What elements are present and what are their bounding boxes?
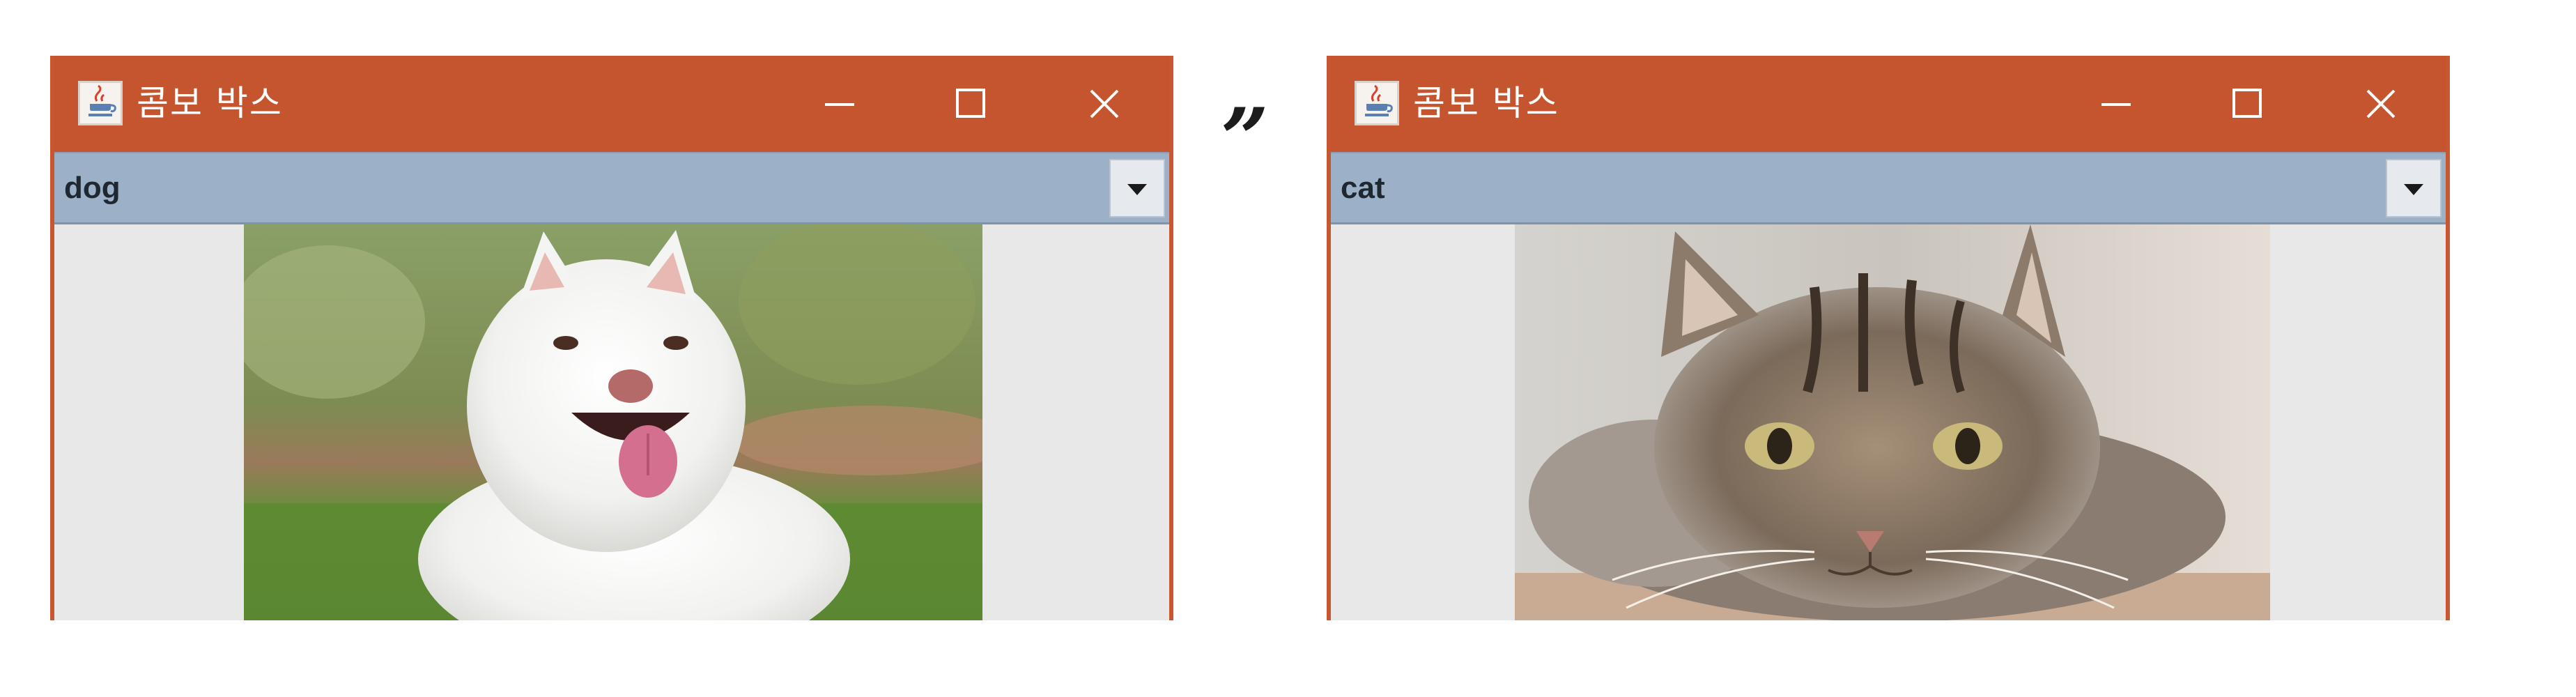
animal-combo-box[interactable]: cat [1331, 152, 2446, 224]
close-icon [2366, 89, 2396, 118]
minimize-icon [2101, 103, 2131, 106]
window-title: 콤보 박스 [137, 83, 283, 123]
image-panel [1331, 224, 2446, 620]
chevron-down-icon [2404, 184, 2423, 195]
maximize-icon [956, 89, 985, 118]
minimize-icon [825, 103, 854, 106]
close-icon [1090, 89, 1119, 118]
dog-photo [244, 224, 982, 620]
java-coffee-icon [78, 81, 123, 125]
image-panel [54, 224, 1169, 620]
cat-photo [1515, 224, 2270, 620]
combo-selected-value: cat [1341, 171, 1385, 205]
window-cat: 콤보 박스 cat [1327, 56, 2450, 620]
close-button[interactable] [1062, 71, 1146, 138]
separator-quote: ” [1221, 90, 1270, 188]
chevron-down-icon [1127, 184, 1147, 195]
title-bar[interactable]: 콤보 박스 [1331, 56, 2446, 152]
maximize-icon [2232, 89, 2262, 118]
window-title: 콤보 박스 [1413, 83, 1559, 123]
maximize-button[interactable] [2205, 71, 2288, 138]
combo-selected-value: dog [64, 171, 121, 205]
title-bar[interactable]: 콤보 박스 [54, 56, 1169, 152]
minimize-button[interactable] [2074, 71, 2157, 138]
screenshot-stage: 콤보 박스 dog ” 콤보 박스 cat [0, 0, 2576, 697]
window-dog: 콤보 박스 dog [50, 56, 1173, 620]
close-button[interactable] [2338, 71, 2422, 138]
combo-dropdown-button[interactable] [1109, 159, 1165, 217]
java-coffee-icon [1355, 81, 1399, 125]
minimize-button[interactable] [797, 71, 881, 138]
combo-dropdown-button[interactable] [2386, 159, 2442, 217]
animal-combo-box[interactable]: dog [54, 152, 1169, 224]
maximize-button[interactable] [928, 71, 1012, 138]
